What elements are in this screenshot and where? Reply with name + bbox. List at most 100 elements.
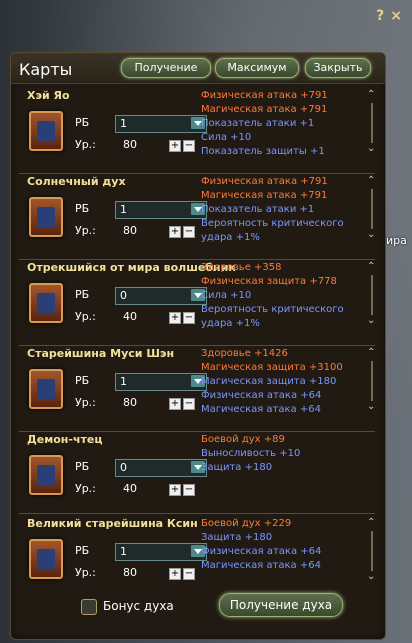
level-label: Ур.: — [75, 482, 96, 495]
close-button[interactable]: Закрыть — [305, 58, 371, 78]
level-value: 40 — [123, 482, 137, 495]
scroll-up-icon[interactable]: ⌃ — [367, 176, 377, 186]
scroll-up-icon[interactable]: ⌃ — [367, 518, 377, 528]
scroll-track[interactable] — [371, 531, 373, 571]
card-entry: Солнечный дух РБ 1 Ур.: 80 + − Физическа… — [19, 175, 377, 255]
rb-select[interactable]: 0 — [115, 287, 207, 305]
scroll-down-icon[interactable]: ⌄ — [367, 572, 377, 582]
card-entry: Великий старейшина Ксин РБ 1 Ур.: 80 + −… — [19, 517, 377, 597]
level-value: 40 — [123, 310, 137, 323]
get-button[interactable]: Получение — [121, 58, 211, 78]
stat-line: Магическая атака +791 — [201, 104, 328, 115]
stat-line: Физическая атака +791 — [201, 90, 328, 101]
stat-line: Показатель атаки +1 — [201, 204, 315, 215]
scroll-track[interactable] — [371, 103, 373, 143]
scroll-up-icon[interactable]: ⌃ — [367, 262, 377, 272]
rb-value: 1 — [120, 545, 127, 558]
card-image-icon — [29, 283, 63, 323]
rb-value: 1 — [120, 375, 127, 388]
scroll-up-icon[interactable]: ⌃ — [367, 90, 377, 100]
level-label: Ур.: — [75, 224, 96, 237]
rb-select[interactable]: 1 — [115, 373, 207, 391]
stat-scrollbar[interactable]: ⌃ ⌄ — [365, 90, 379, 154]
scroll-track[interactable] — [371, 361, 373, 401]
stat-line: Вероятность критического — [201, 304, 344, 315]
minus-button[interactable]: − — [183, 226, 195, 238]
plus-button[interactable]: + — [169, 140, 181, 152]
card-name: Великий старейшина Ксин — [27, 517, 198, 530]
level-value: 80 — [123, 224, 137, 237]
scroll-down-icon[interactable]: ⌄ — [367, 316, 377, 326]
rb-select[interactable]: 1 — [115, 115, 207, 133]
plus-button[interactable]: + — [169, 568, 181, 580]
rb-value: 1 — [120, 117, 127, 130]
card-entry: Отрекшийся от мира волшебник РБ 0 Ур.: 4… — [19, 261, 377, 341]
help-icon[interactable]: ? — [376, 8, 384, 24]
scroll-track[interactable] — [371, 275, 373, 315]
rb-select[interactable]: 0 — [115, 459, 207, 477]
card-divider — [19, 431, 375, 432]
plus-button[interactable]: + — [169, 312, 181, 324]
level-value: 80 — [123, 138, 137, 151]
scroll-down-icon[interactable]: ⌄ — [367, 402, 377, 412]
rb-label: РБ — [75, 374, 90, 387]
scroll-track[interactable] — [371, 189, 373, 229]
card-divider — [19, 345, 375, 346]
card-entry: Хэй Яо РБ 1 Ур.: 80 + − Физическая атака… — [19, 89, 377, 169]
minus-button[interactable]: − — [183, 140, 195, 152]
card-divider — [19, 259, 375, 260]
card-divider — [19, 173, 375, 174]
minus-button[interactable]: − — [183, 484, 195, 496]
stat-scrollbar[interactable]: ⌃ ⌄ — [365, 262, 379, 326]
scroll-down-icon[interactable]: ⌄ — [367, 230, 377, 240]
stat-line: Показатель атаки +1 — [201, 118, 315, 129]
rb-label: РБ — [75, 288, 90, 301]
stat-scrollbar[interactable]: ⌃ ⌄ — [365, 176, 379, 240]
plus-button[interactable]: + — [169, 484, 181, 496]
card-image-icon — [29, 197, 63, 237]
stat-line: Выносливость +10 — [201, 448, 301, 459]
get-spirit-button[interactable]: Получение духа — [219, 593, 343, 617]
minus-button[interactable]: − — [183, 568, 195, 580]
scroll-down-icon[interactable]: ⌄ — [367, 144, 377, 154]
max-button[interactable]: Максимум — [215, 58, 299, 78]
top-icons: ? × — [376, 8, 402, 24]
stat-line: Боевой дух +89 — [201, 434, 285, 445]
stat-line: Магическая атака +791 — [201, 190, 328, 201]
spirit-bonus-checkbox[interactable] — [81, 599, 97, 615]
plus-button[interactable]: + — [169, 226, 181, 238]
rb-label: РБ — [75, 202, 90, 215]
minus-button[interactable]: − — [183, 312, 195, 324]
stat-line: Показатель защиты +1 — [201, 146, 325, 157]
card-image-icon — [29, 455, 63, 495]
card-stats: Физическая атака +791 Магическая атака +… — [201, 175, 361, 245]
close-icon[interactable]: × — [390, 8, 402, 24]
stat-line: Вероятность критического — [201, 218, 344, 229]
rb-value: 0 — [120, 461, 127, 474]
stat-line: Магическая атака +64 — [201, 560, 321, 571]
card-entry: Старейшина Муси Шэн РБ 1 Ур.: 80 + − Здо… — [19, 347, 377, 427]
stat-line: Магическая защита +3100 — [201, 362, 343, 373]
stat-scrollbar[interactable]: ⌃ ⌄ — [365, 348, 379, 412]
card-name: Солнечный дух — [27, 175, 126, 188]
level-label: Ур.: — [75, 566, 96, 579]
plus-button[interactable]: + — [169, 398, 181, 410]
scroll-up-icon[interactable]: ⌃ — [367, 348, 377, 358]
minus-button[interactable]: − — [183, 398, 195, 410]
rb-select[interactable]: 1 — [115, 201, 207, 219]
stat-line: удара +1% — [201, 232, 260, 243]
card-stats: Здоровье +358 Физическая защита +778 Сил… — [201, 261, 361, 331]
level-label: Ур.: — [75, 396, 96, 409]
stat-line: Защита +180 — [201, 532, 273, 543]
card-entry: Демон-чтец РБ 0 Ур.: 40 + − Боевой дух +… — [19, 433, 377, 513]
stat-line: Физическая атака +64 — [201, 546, 322, 557]
level-value: 80 — [123, 396, 137, 409]
level-label: Ур.: — [75, 310, 96, 323]
stat-line: Здоровье +358 — [201, 262, 282, 273]
cards-window: Карты Получение Максимум Закрыть Хэй Яо … — [10, 52, 386, 640]
card-image-icon — [29, 369, 63, 409]
rb-select[interactable]: 1 — [115, 543, 207, 561]
window-title: Карты — [19, 60, 73, 79]
stat-scrollbar[interactable]: ⌃ ⌄ — [365, 518, 379, 582]
card-name: Демон-чтец — [27, 433, 103, 446]
